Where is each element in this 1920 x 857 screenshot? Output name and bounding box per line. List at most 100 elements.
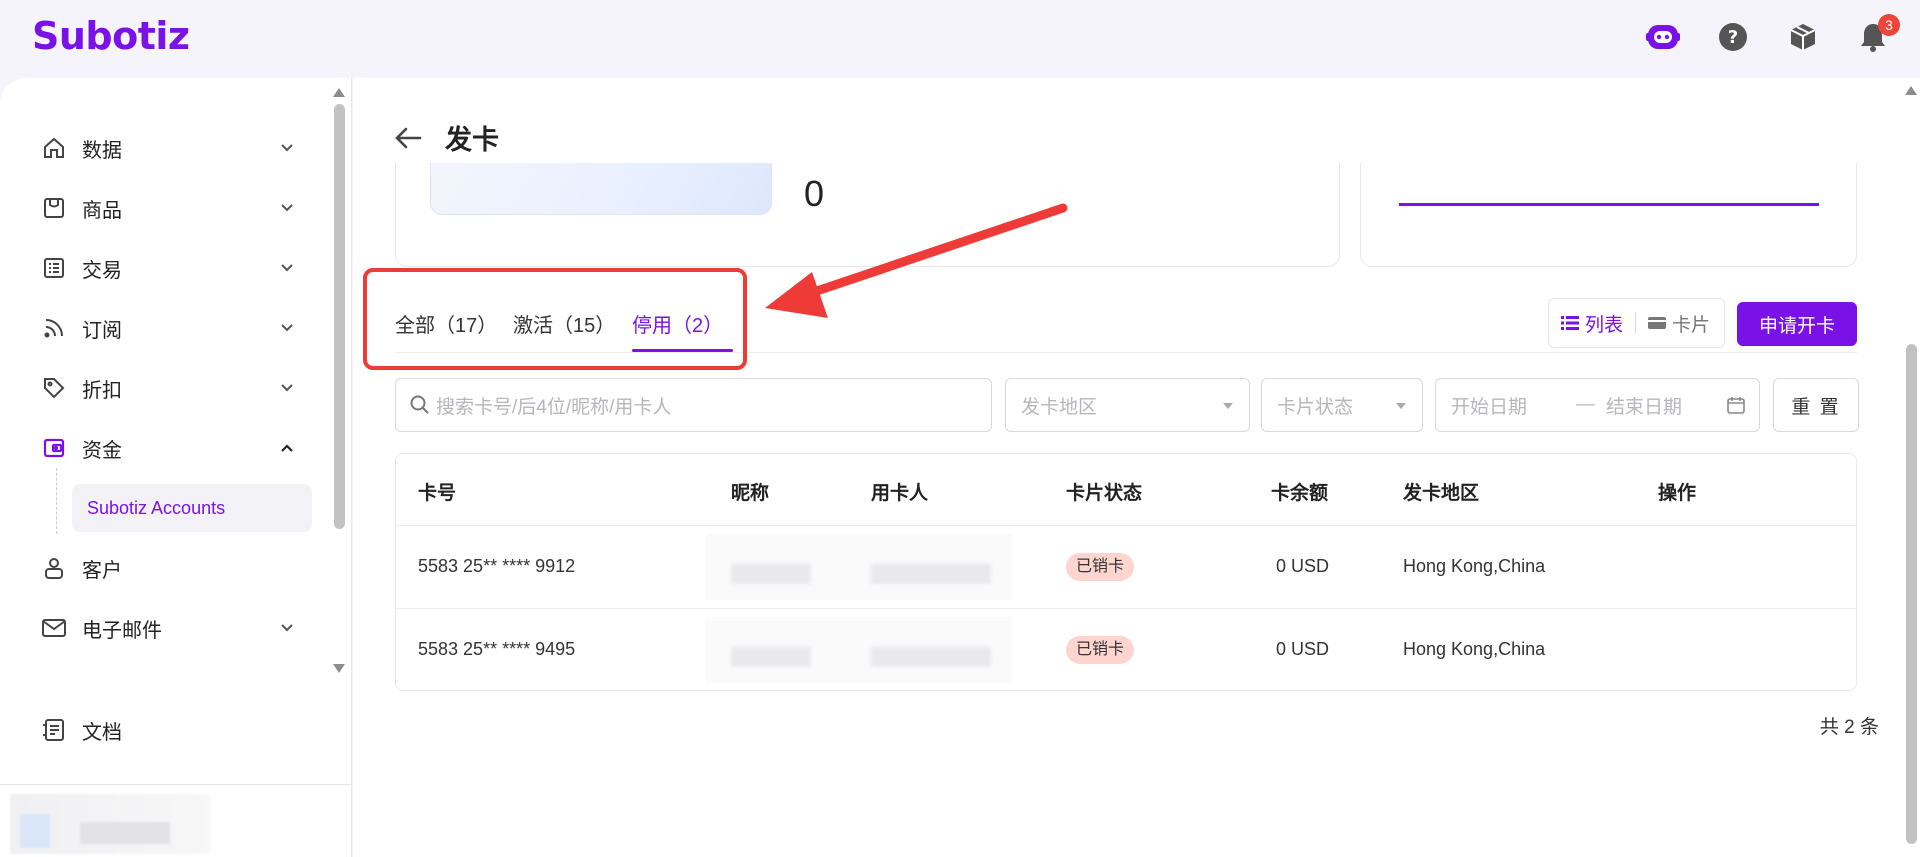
status-select[interactable]: 卡片状态	[1261, 378, 1423, 432]
search-input[interactable]: 搜索卡号/后4位/昵称/用卡人	[395, 378, 992, 432]
submenu-guide	[56, 468, 57, 534]
sidebar-item-label: 电子邮件	[82, 619, 162, 642]
sidebar-item-docs[interactable]: 文档	[0, 700, 122, 760]
card-view-button[interactable]: 卡片	[1636, 310, 1722, 337]
calendar-icon	[1727, 397, 1745, 414]
card-preview-image	[430, 163, 772, 215]
wallet-icon	[40, 434, 68, 462]
total-count: 共 2 条	[1819, 717, 1879, 738]
chart-line	[1399, 203, 1819, 206]
top-icons: ? 3	[1646, 14, 1900, 54]
table-row[interactable]: 5583 25** **** 9495 已销卡 0 USD Hong Kong,…	[396, 609, 1856, 690]
sidebar-item-label: 交易	[82, 259, 122, 282]
package-icon[interactable]	[1786, 20, 1820, 54]
cardholder-blurred	[871, 564, 991, 584]
chevron-down-icon	[280, 320, 294, 338]
column-header: 昵称	[731, 483, 770, 504]
main-scrollbar[interactable]	[1903, 78, 1920, 857]
sidebar-submenu-funds: Subotiz Accounts	[0, 468, 330, 538]
region-select[interactable]: 发卡地区	[1005, 378, 1250, 432]
list-view-label: 列表	[1585, 314, 1624, 336]
apply-card-button[interactable]: 申请开卡	[1737, 302, 1857, 346]
sidebar-item-funds[interactable]: 资金	[0, 418, 330, 478]
document-icon	[40, 716, 68, 744]
help-icon[interactable]: ?	[1716, 20, 1750, 54]
column-header: 卡余额	[1271, 483, 1329, 504]
search-icon	[410, 395, 429, 414]
card-summary-panel: 0	[395, 163, 1340, 267]
sidebar-item-label: 资金	[82, 439, 122, 462]
table-header: 卡号 昵称 用卡人 卡片状态 卡余额 发卡地区 操作	[396, 454, 1856, 526]
table-row[interactable]: 5583 25** **** 9912 已销卡 0 USD Hong Kong,…	[396, 526, 1856, 609]
sidebar-item-customers[interactable]: 客户	[0, 538, 330, 598]
sidebar-item-label: 文档	[82, 721, 122, 744]
sidebar-item-email[interactable]: 电子邮件	[0, 598, 330, 658]
card-region: Hong Kong,China	[1403, 639, 1546, 659]
scroll-up-arrow[interactable]	[333, 88, 345, 97]
sidebar-item-discounts[interactable]: 折扣	[0, 358, 330, 418]
scroll-up-arrow[interactable]	[1905, 86, 1917, 95]
status-placeholder: 卡片状态	[1277, 396, 1354, 418]
scroll-down-arrow[interactable]	[333, 664, 345, 673]
card-count-value: 0	[804, 173, 825, 214]
caret-down-icon	[1396, 403, 1406, 409]
avatar	[20, 814, 50, 848]
list-view-button[interactable]: 列表	[1549, 310, 1635, 337]
reset-button[interactable]: 重 置	[1773, 378, 1859, 432]
cardholder-blurred	[871, 647, 991, 667]
end-date-placeholder: 结束日期	[1606, 396, 1683, 418]
column-header: 卡片状态	[1066, 483, 1143, 504]
sidebar-item-subscriptions[interactable]: 订阅	[0, 298, 330, 358]
chevron-down-icon	[280, 140, 294, 158]
sidebar-item-label: 订阅	[82, 319, 122, 342]
status-badge: 已销卡	[1066, 636, 1135, 664]
logo[interactable]: Subotiz	[32, 14, 190, 58]
card-number: 5583 25** **** 9495	[418, 639, 576, 659]
sidebar-item-label: 发票	[82, 674, 122, 679]
sidebar: 数据 商品 交易 订阅 折扣 资金 Subotiz Accounts 客户 电子…	[0, 78, 352, 857]
main-content: 发卡 0 全部（17） 激活（15） 停用（2） 列表 卡片 申请开卡 搜索卡号…	[353, 78, 1903, 857]
bell-icon[interactable]: 3	[1856, 14, 1900, 54]
sidebar-item-label: 数据	[82, 139, 122, 162]
home-icon	[40, 134, 68, 162]
page-title: 发卡	[445, 125, 499, 155]
card-region: Hong Kong,China	[1403, 556, 1546, 576]
card-balance: 0 USD	[1276, 639, 1330, 659]
column-header: 卡号	[418, 483, 457, 504]
sidebar-item-products[interactable]: 商品	[0, 178, 330, 238]
page-header: 发卡	[393, 118, 499, 157]
rss-icon	[40, 314, 68, 342]
assistant-bot-icon[interactable]	[1646, 20, 1680, 54]
nickname-blurred	[731, 647, 811, 667]
column-header: 发卡地区	[1403, 483, 1480, 504]
sidebar-item-data[interactable]: 数据	[0, 118, 330, 178]
chevron-up-icon	[280, 440, 294, 458]
list-view-icon	[1561, 316, 1579, 330]
sidebar-item-label: 商品	[82, 199, 122, 222]
scrollbar-thumb[interactable]	[334, 104, 345, 529]
card-view-icon	[1648, 317, 1667, 329]
search-placeholder: 搜索卡号/后4位/昵称/用卡人	[436, 396, 672, 418]
sidebar-scrollbar[interactable]	[331, 82, 345, 682]
scrollbar-thumb[interactable]	[1906, 344, 1917, 844]
invoice-icon	[40, 674, 68, 678]
sidebar-item-subotiz-accounts[interactable]: Subotiz Accounts	[72, 484, 312, 532]
date-range-picker[interactable]: 开始日期 — 结束日期	[1435, 378, 1760, 432]
cards-table: 卡号 昵称 用卡人 卡片状态 卡余额 发卡地区 操作 5583 25** ***…	[395, 453, 1857, 691]
user-icon	[40, 554, 68, 582]
back-arrow-icon[interactable]	[393, 123, 423, 153]
top-bar: Subotiz ? 3	[0, 0, 1920, 78]
date-separator: —	[1576, 394, 1595, 415]
annotation-highlight-box	[363, 268, 747, 370]
card-view-label: 卡片	[1672, 314, 1711, 336]
sidebar-item-label: 折扣	[82, 379, 122, 402]
chevron-down-icon	[280, 260, 294, 278]
sidebar-item-transactions[interactable]: 交易	[0, 238, 330, 298]
column-header: 操作	[1658, 483, 1697, 504]
status-badge: 已销卡	[1066, 553, 1135, 581]
sidebar-menu: 数据 商品 交易 订阅 折扣 资金 Subotiz Accounts 客户 电子…	[0, 118, 330, 678]
sidebar-item-invoices[interactable]: 发票	[0, 658, 330, 678]
card-balance: 0 USD	[1276, 556, 1330, 576]
column-header: 用卡人	[871, 483, 929, 504]
user-profile-blurred[interactable]	[10, 794, 210, 854]
